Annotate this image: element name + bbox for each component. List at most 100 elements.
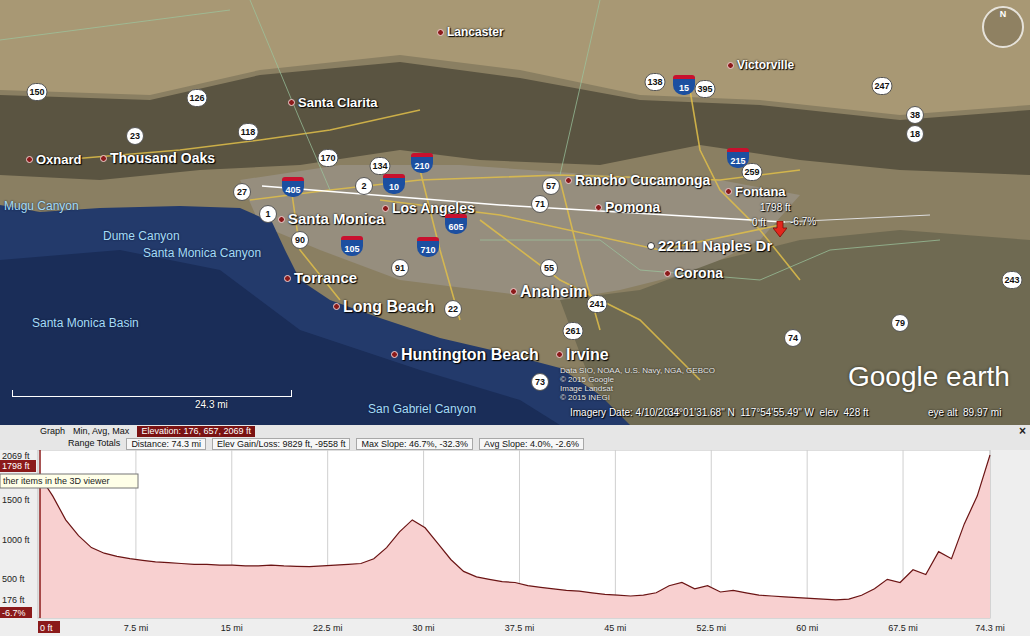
city-label[interactable]: Oxnard <box>26 152 82 168</box>
highway-shield[interactable]: 18 <box>906 125 924 143</box>
y-tick: 500 ft <box>2 574 25 584</box>
city-name: Fontana <box>735 184 786 200</box>
range-total: Avg Slope: 4.0%, -2.6% <box>479 438 584 450</box>
highway-shield[interactable]: 134 <box>369 157 390 175</box>
city-label[interactable]: Santa Clarita <box>288 95 377 111</box>
highway-shield[interactable]: 247 <box>871 77 892 95</box>
highway-shield[interactable]: 1 <box>259 205 277 223</box>
city-label[interactable]: Lancaster <box>437 25 504 39</box>
city-label[interactable]: Irvine <box>556 345 609 364</box>
city-label[interactable]: Torrance <box>284 269 357 287</box>
plot-area <box>38 450 990 618</box>
city-label[interactable]: Victorville <box>727 58 794 72</box>
highway-shield[interactable]: 138 <box>644 73 665 91</box>
highway-shield[interactable]: 27 <box>233 183 251 201</box>
x-tick: 22.5 mi <box>313 623 343 633</box>
elevation-line[interactable] <box>40 455 990 600</box>
placemark-label[interactable]: 22111 Naples Dr <box>647 237 772 255</box>
place-dot-icon <box>595 204 602 211</box>
compass-north: N <box>1000 9 1007 19</box>
highway-shield[interactable]: 241 <box>586 295 607 313</box>
highway-shield[interactable]: 150 <box>26 83 47 101</box>
highway-shield[interactable]: 243 <box>1001 271 1022 289</box>
highway-shield[interactable]: 74 <box>784 329 802 347</box>
highway-shield[interactable]: 55 <box>540 259 558 277</box>
deep-ocean <box>0 250 560 425</box>
highway-shield[interactable]: 22 <box>444 300 462 318</box>
place-dot-icon <box>725 188 732 195</box>
county-line <box>0 10 230 40</box>
highway-shield[interactable]: 38 <box>906 106 924 124</box>
city-name: Pomona <box>605 199 660 216</box>
elevation-area <box>40 455 990 618</box>
highway-shield[interactable]: 259 <box>741 163 762 181</box>
city-label[interactable]: Rancho Cucamonga <box>565 172 710 189</box>
highway-shield[interactable]: 118 <box>238 123 259 141</box>
range-total: Elev Gain/Loss: 9829 ft, -9558 ft <box>212 438 351 450</box>
water-label[interactable]: Dume Canyon <box>103 229 180 243</box>
highway-shield[interactable]: 15 <box>673 75 695 95</box>
x-tick: 52.5 mi <box>697 623 727 633</box>
highway-shield[interactable]: 395 <box>694 80 715 98</box>
elevation-chart[interactable]: 2069 ft1500 ft1000 ft500 ft176 ft7.5 mi1… <box>0 450 1030 636</box>
map-view[interactable]: Lancaster Victorville Santa Clarita Oxnard T… <box>0 0 1030 425</box>
google-earth-logo: Google earth <box>848 360 1010 394</box>
highway-shield[interactable]: 71 <box>531 195 549 213</box>
highway-shield[interactable]: 90 <box>291 231 309 249</box>
highway-shield[interactable]: 10 <box>383 174 405 194</box>
city-label[interactable]: Thousand Oaks <box>100 150 215 167</box>
city-label[interactable]: Pomona <box>595 199 660 216</box>
place-dot-icon <box>727 62 734 69</box>
city-label[interactable]: Fontana <box>725 184 786 200</box>
highway-shield[interactable]: 126 <box>186 89 207 107</box>
highway-shield[interactable]: 23 <box>126 127 144 145</box>
city-name: Rancho Cucamonga <box>575 172 710 189</box>
highway-shield[interactable]: 2 <box>355 177 373 195</box>
imagery-date: Imagery Date: 4/10/2013 <box>570 407 680 419</box>
city-label[interactable]: Corona <box>664 265 723 282</box>
city-label[interactable]: Huntington Beach <box>391 345 539 364</box>
x-tick: 30 mi <box>413 623 435 633</box>
elevation-stats[interactable]: Elevation: 176, 657, 2069 ft <box>137 426 255 437</box>
city-label[interactable]: Santa Monica <box>278 210 385 228</box>
water-label[interactable]: Mugu Canyon <box>4 199 79 213</box>
county-line <box>560 0 600 175</box>
highway-shield[interactable]: 210 <box>411 153 433 173</box>
tooltip-box <box>0 474 138 488</box>
x-tick: 60 mi <box>796 623 818 633</box>
attribution-line: Data SIO, NOAA, U.S. Navy, NGA, GEBCO <box>560 366 715 375</box>
profile-header: GraphMin, Avg, MaxElevation: 176, 657, 2… <box>0 425 1030 437</box>
city-name: Torrance <box>294 269 357 287</box>
compass[interactable]: N <box>980 4 1026 50</box>
chart-background <box>0 450 1030 636</box>
land <box>0 0 1030 425</box>
water-label[interactable]: Santa Monica Basin <box>32 316 139 330</box>
city-name: Long Beach <box>343 297 435 316</box>
highway-shield[interactable]: 405 <box>282 177 304 197</box>
place-dot-icon <box>664 270 671 277</box>
city-label[interactable]: Anaheim <box>510 282 588 301</box>
highway-shield[interactable]: 105 <box>341 236 363 256</box>
water-label[interactable]: Santa Monica Canyon <box>143 246 261 260</box>
highway-shield[interactable]: 57 <box>542 177 560 195</box>
highway-shield[interactable]: 261 <box>562 322 583 340</box>
highway-shield[interactable]: 710 <box>417 237 439 257</box>
city-label[interactable]: Long Beach <box>333 297 435 316</box>
close-button[interactable]: × <box>1019 425 1026 437</box>
place-dot-icon <box>278 216 285 223</box>
stats-menu[interactable]: Min, Avg, Max <box>73 426 129 437</box>
highway-shield[interactable]: 73 <box>531 373 549 391</box>
city-name: Victorville <box>737 58 794 72</box>
place-dot-icon <box>556 351 563 358</box>
highway-shield[interactable]: 79 <box>891 314 909 332</box>
ocean <box>0 205 630 425</box>
city-name: Santa Clarita <box>298 95 377 111</box>
highway-shield[interactable]: 91 <box>391 259 409 277</box>
highway-shield[interactable]: 170 <box>317 149 338 167</box>
highway-shield[interactable]: 605 <box>445 214 467 234</box>
cursor-coordinates: 34°01'31.68" N 117°54'55.49" W elev 428 … <box>668 407 869 419</box>
place-dot-icon <box>391 351 398 358</box>
water-label[interactable]: San Gabriel Canyon <box>368 402 476 416</box>
google-earth-window: Lancaster Victorville Santa Clarita Oxnard T… <box>0 0 1030 636</box>
city-name: Santa Monica <box>288 210 385 228</box>
